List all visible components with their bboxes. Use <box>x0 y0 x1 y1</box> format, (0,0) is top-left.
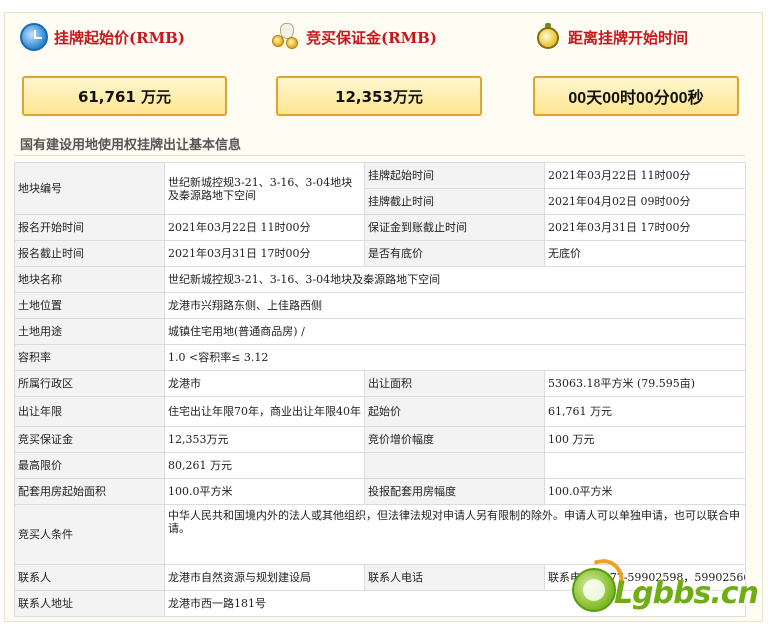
table-row: 地块编号 世纪新城控规3-21、3-16、3-04地块及秦源路地下空间 挂牌起始… <box>14 162 746 215</box>
lgbbs-watermark: Lgbbs.cn <box>566 555 766 622</box>
increment-value: 100 万元 <box>544 426 746 453</box>
countdown-box: 00天00时00分00秒 <box>533 76 739 116</box>
start-price-summary: 挂牌起始价(RMB) <box>20 22 230 52</box>
list-start-key: 挂牌起始时间 <box>364 162 545 189</box>
table-row: 出让年限 住宅出让年限70年，商业出让年限40年 起始价 61,761 万元 <box>14 396 746 427</box>
table-row: 土地用途 城镇住宅用地(普通商品房) / <box>14 318 746 345</box>
deposit-box: 12,353万元 <box>276 76 482 116</box>
term-value: 住宅出让年限70年，商业出让年限40年 <box>164 396 365 427</box>
table-row: 容积率 1.0 <容积率≤ 3.12 <box>14 344 746 371</box>
deposit-label: 竞买保证金(RMB) <box>306 28 437 47</box>
location-key: 土地位置 <box>14 292 165 319</box>
reg-start-key: 报名开始时间 <box>14 214 165 241</box>
table-row: 报名截止时间 2021年03月31日 17时00分 是否有底价 无底价 <box>14 240 746 267</box>
list-end-value: 2021年04月02日 09时00分 <box>544 188 746 215</box>
money-bag-icon <box>272 23 300 51</box>
land-info-table: 地块编号 世纪新城控规3-21、3-16、3-04地块及秦源路地下空间 挂牌起始… <box>14 162 746 617</box>
countdown-summary: 距离挂牌开始时间 <box>534 22 744 52</box>
name-key: 地块名称 <box>14 266 165 293</box>
area-value: 53063.18平方米 (79.595亩) <box>544 370 746 397</box>
listing-summary: 挂牌起始价(RMB) 61,761 万元 竞买保证金(RMB) 12,353万元… <box>0 22 768 120</box>
table-row: 竞买人条件 中华人民共和国境内外的法人或其他组织，但法律法规对申请人另有限制的除… <box>14 504 746 565</box>
deposit-deadline-value: 2021年03月31日 17时00分 <box>544 214 746 241</box>
start-price-label: 挂牌起始价(RMB) <box>54 28 185 47</box>
lgbbs-logo-icon <box>572 568 616 612</box>
table-row: 报名开始时间 2021年03月22日 11时00分 保证金到账截止时间 2021… <box>14 214 746 241</box>
alarm-timer-icon <box>534 23 562 51</box>
reg-start-value: 2021年03月22日 11时00分 <box>164 214 365 241</box>
housing-start-value: 100.0平方米 <box>164 478 365 505</box>
district-key: 所属行政区 <box>14 370 165 397</box>
address-key: 联系人地址 <box>14 590 165 617</box>
start-price-box: 61,761 万元 <box>22 76 227 116</box>
table-row: 土地位置 龙港市兴翔路东侧、上佳路西侧 <box>14 292 746 319</box>
list-end-key: 挂牌截止时间 <box>364 188 545 215</box>
table-row: 最高限价 80,261 万元 <box>14 452 746 479</box>
deposit-deadline-key: 保证金到账截止时间 <box>364 214 545 241</box>
clock-icon <box>20 23 48 51</box>
countdown-label: 距离挂牌开始时间 <box>568 28 689 47</box>
empty-key <box>364 452 545 479</box>
term-key: 出让年限 <box>14 396 165 427</box>
max-price-key: 最高限价 <box>14 452 165 479</box>
watermark-text: Lgbbs.cn <box>614 576 759 611</box>
empty-value <box>544 452 746 479</box>
table-row: 配套用房起始面积 100.0平方米 投报配套用房幅度 100.0平方米 <box>14 478 746 505</box>
contact-value: 龙港市自然资源与规划建设局 <box>164 564 365 591</box>
plot-no-key: 地块编号 <box>14 162 165 215</box>
name-value: 世纪新城控规3-21、3-16、3-04地块及秦源路地下空间 <box>164 266 746 293</box>
max-price-value: 80,261 万元 <box>164 452 365 479</box>
usage-key: 土地用途 <box>14 318 165 345</box>
area-key: 出让面积 <box>364 370 545 397</box>
housing-bid-value: 100.0平方米 <box>544 478 746 505</box>
section-title: 国有建设用地使用权挂牌出让基本信息 <box>20 138 242 153</box>
bidder-key: 竞买人条件 <box>14 504 165 565</box>
far-key: 容积率 <box>14 344 165 371</box>
increment-key: 竞价增价幅度 <box>364 426 545 453</box>
deposit-value: 12,353万元 <box>164 426 365 453</box>
housing-bid-key: 投报配套用房幅度 <box>364 478 545 505</box>
plot-no-value: 世纪新城控规3-21、3-16、3-04地块及秦源路地下空间 <box>164 162 365 215</box>
table-row: 竞买保证金 12,353万元 竞价增价幅度 100 万元 <box>14 426 746 453</box>
start-price-key: 起始价 <box>364 396 545 427</box>
far-value: 1.0 <容积率≤ 3.12 <box>164 344 746 371</box>
reg-end-value: 2021年03月31日 17时00分 <box>164 240 365 267</box>
reserve-value: 无底价 <box>544 240 746 267</box>
bidder-value: 中华人民共和国境内外的法人或其他组织，但法律法规对申请人另有限制的除外。申请人可… <box>164 504 746 565</box>
reg-end-key: 报名截止时间 <box>14 240 165 267</box>
phone-key: 联系人电话 <box>364 564 545 591</box>
table-row: 地块名称 世纪新城控规3-21、3-16、3-04地块及秦源路地下空间 <box>14 266 746 293</box>
location-value: 龙港市兴翔路东侧、上佳路西侧 <box>164 292 746 319</box>
table-row: 所属行政区 龙港市 出让面积 53063.18平方米 (79.595亩) <box>14 370 746 397</box>
contact-key: 联系人 <box>14 564 165 591</box>
reserve-key: 是否有底价 <box>364 240 545 267</box>
start-price-value: 61,761 万元 <box>544 396 746 427</box>
housing-start-key: 配套用房起始面积 <box>14 478 165 505</box>
section-divider <box>14 155 745 156</box>
list-start-value: 2021年03月22日 11时00分 <box>544 162 746 189</box>
deposit-key: 竞买保证金 <box>14 426 165 453</box>
deposit-summary: 竞买保证金(RMB) <box>272 22 482 52</box>
usage-value: 城镇住宅用地(普通商品房) / <box>164 318 746 345</box>
district-value: 龙港市 <box>164 370 365 397</box>
